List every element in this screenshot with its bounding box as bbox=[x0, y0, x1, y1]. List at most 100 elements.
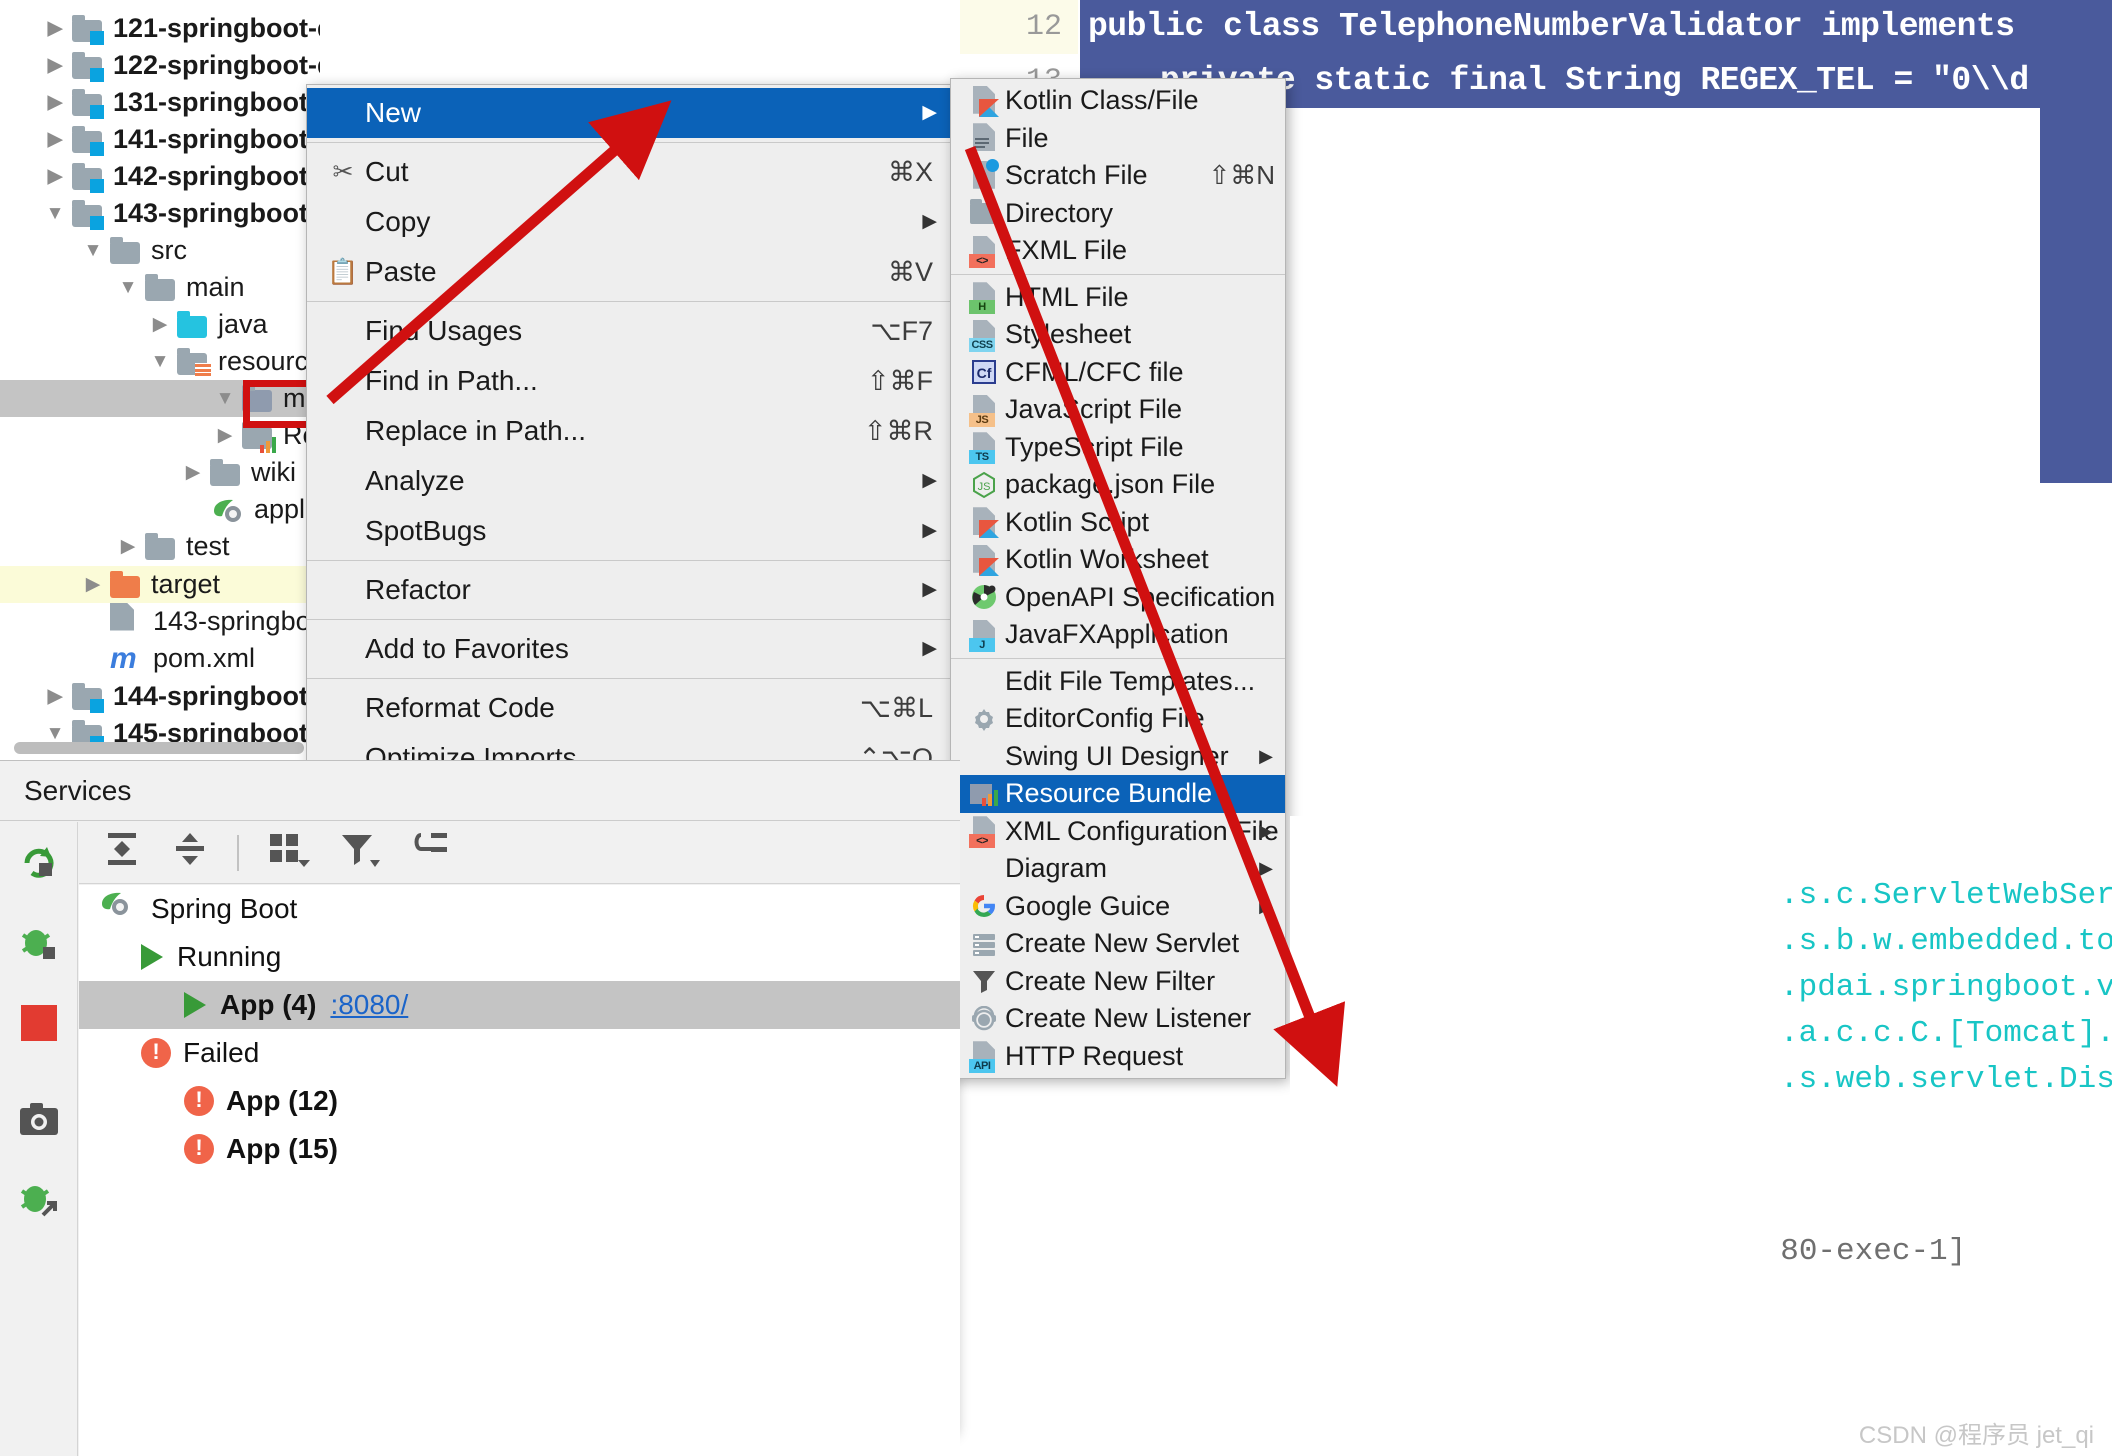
chevron-right-icon[interactable]: ▶ bbox=[40, 678, 70, 715]
maven-pom-icon: m bbox=[110, 640, 144, 677]
new-submenu[interactable]: Kotlin Class/FileFileScratch File⇧⌘NDire… bbox=[950, 78, 1286, 1079]
services-item-app-4[interactable]: App (4) :8080/ bbox=[184, 981, 408, 1029]
menu-item-paste[interactable]: 📋Paste⌘V bbox=[307, 247, 953, 297]
tree-item-main[interactable]: ▼ main bbox=[113, 269, 245, 306]
menu-item-shortcut: ⇧⌘R bbox=[864, 406, 953, 456]
chevron-right-icon[interactable]: ▶ bbox=[178, 454, 208, 491]
chevron-down-icon[interactable]: ▼ bbox=[210, 380, 240, 417]
tree-item-iml-file[interactable]: 143-springboo bbox=[110, 603, 320, 640]
soft-wrap-icon[interactable] bbox=[409, 829, 453, 876]
tree-item-resources[interactable]: ▼ resource bbox=[145, 343, 320, 380]
tree-horizontal-scrollbar[interactable] bbox=[14, 742, 304, 754]
tree-item-test[interactable]: ▶ test bbox=[113, 528, 230, 565]
tree-item-java[interactable]: ▶ java bbox=[145, 306, 268, 343]
new-menu-item-http-request[interactable]: APIHTTP Request bbox=[951, 1038, 1285, 1076]
menu-item-refactor[interactable]: Refactor▶ bbox=[307, 565, 953, 615]
services-item-failed[interactable]: Failed bbox=[141, 1029, 259, 1077]
chevron-down-icon[interactable]: ▼ bbox=[113, 269, 143, 306]
services-tree[interactable]: Spring Boot Running App (4) :8080/ Faile… bbox=[79, 885, 960, 1456]
filter-icon[interactable] bbox=[337, 829, 383, 876]
new-menu-item-fxml-file[interactable]: <>FXML File bbox=[951, 232, 1285, 270]
tree-item-141[interactable]: ▶ 141-springboot-d bbox=[40, 121, 320, 158]
tree-item-122[interactable]: ▶ 122-springboot-demo-mapstruct bbox=[40, 47, 320, 84]
new-menu-item-html-file[interactable]: HHTML File bbox=[951, 279, 1285, 317]
tree-item-144[interactable]: ▶ 144-springboot- bbox=[40, 678, 317, 715]
new-menu-item-directory[interactable]: Directory bbox=[951, 195, 1285, 233]
tree-item-application-yml[interactable]: appli bbox=[211, 491, 311, 528]
new-menu-item-scratch-file[interactable]: Scratch File⇧⌘N bbox=[951, 157, 1285, 195]
chevron-right-icon[interactable]: ▶ bbox=[40, 84, 70, 121]
new-menu-item-resource-bundle[interactable]: Resource Bundle bbox=[951, 775, 1285, 813]
new-menu-item-kotlin-script[interactable]: Kotlin Script bbox=[951, 504, 1285, 542]
new-menu-item-xml-configuration-file[interactable]: <>XML Configuration File▶ bbox=[951, 813, 1285, 851]
camera-icon[interactable] bbox=[14, 1094, 64, 1144]
new-menu-item-create-new-servlet[interactable]: Create New Servlet bbox=[951, 925, 1285, 963]
error-icon bbox=[184, 1134, 214, 1164]
services-item-app-15[interactable]: App (15) bbox=[184, 1125, 338, 1173]
chevron-down-icon[interactable]: ▼ bbox=[40, 195, 70, 232]
chevron-right-icon[interactable]: ▶ bbox=[40, 121, 70, 158]
stop-icon[interactable] bbox=[14, 998, 64, 1048]
menu-item-copy[interactable]: Copy▶ bbox=[307, 197, 953, 247]
tree-item-142[interactable]: ▶ 142-springboot- bbox=[40, 158, 317, 195]
scratch-file-icon bbox=[963, 161, 1005, 191]
services-toolbar[interactable] bbox=[79, 822, 960, 884]
menu-item-cut[interactable]: ✂Cut⌘X bbox=[307, 147, 953, 197]
group-by-icon[interactable] bbox=[265, 829, 311, 876]
tree-item-src[interactable]: ▼ src bbox=[78, 232, 187, 269]
chevron-right-icon[interactable]: ▶ bbox=[40, 158, 70, 195]
tree-item-wiki[interactable]: ▶ wiki bbox=[178, 454, 296, 491]
new-menu-item-openapi-specification[interactable]: OpenAPI Specification bbox=[951, 579, 1285, 617]
chevron-right-icon[interactable]: ▶ bbox=[113, 528, 143, 565]
new-menu-item-kotlin-worksheet[interactable]: Kotlin Worksheet bbox=[951, 541, 1285, 579]
rerun-icon[interactable] bbox=[14, 838, 64, 888]
tree-item-target[interactable]: ▶ target bbox=[78, 566, 220, 603]
chevron-right-icon[interactable]: ▶ bbox=[78, 566, 108, 603]
tree-item-131[interactable]: ▶ 131-springboot-d bbox=[40, 84, 320, 121]
tree-item-121[interactable]: ▶ 121-springboot-demo-lombok bbox=[40, 10, 320, 47]
new-menu-item-kotlin-class-file[interactable]: Kotlin Class/File bbox=[951, 82, 1285, 120]
menu-item-find-in-path[interactable]: Find in Path...⇧⌘F bbox=[307, 356, 953, 406]
new-menu-item-stylesheet[interactable]: CSSStylesheet bbox=[951, 316, 1285, 354]
app-port-link[interactable]: :8080/ bbox=[330, 981, 408, 1029]
tree-item-143[interactable]: ▼ 143-springboot- bbox=[40, 195, 317, 232]
run-console[interactable]: [nio-8080-exec-1] .s.c.ServletWebServ .s… bbox=[1780, 816, 2112, 1456]
chevron-right-icon[interactable]: ▶ bbox=[40, 10, 70, 47]
new-menu-item-javafxapplication[interactable]: JJavaFXApplication bbox=[951, 616, 1285, 654]
services-title-label: Services bbox=[24, 775, 131, 807]
new-menu-item-create-new-filter[interactable]: Create New Filter bbox=[951, 963, 1285, 1001]
new-menu-item-google-guice[interactable]: Google Guice▶ bbox=[951, 888, 1285, 926]
new-menu-item-swing-ui-designer[interactable]: Swing UI Designer▶ bbox=[951, 738, 1285, 776]
new-menu-item-file[interactable]: File bbox=[951, 120, 1285, 158]
menu-item-new[interactable]: New▶ bbox=[307, 88, 953, 138]
menu-item-add-to-favorites[interactable]: Add to Favorites▶ bbox=[307, 624, 953, 674]
new-menu-item-cfml-cfc-file[interactable]: CfCFML/CFC file bbox=[951, 354, 1285, 392]
menu-item-replace-in-path[interactable]: Replace in Path...⇧⌘R bbox=[307, 406, 953, 456]
chevron-right-icon[interactable]: ▶ bbox=[210, 417, 240, 454]
new-menu-item-create-new-listener[interactable]: Create New Listener bbox=[951, 1000, 1285, 1038]
tree-item-pom-xml[interactable]: m pom.xml bbox=[110, 640, 255, 677]
expand-all-icon[interactable] bbox=[101, 829, 143, 876]
chevron-right-icon[interactable]: ▶ bbox=[40, 47, 70, 84]
chevron-down-icon[interactable]: ▼ bbox=[78, 232, 108, 269]
menu-item-reformat-code[interactable]: Reformat Code⌥⌘L bbox=[307, 683, 953, 733]
chevron-right-icon[interactable]: ▶ bbox=[145, 306, 175, 343]
new-menu-item-javascript-file[interactable]: JSJavaScript File bbox=[951, 391, 1285, 429]
new-menu-item-typescript-file[interactable]: TSTypeScript File bbox=[951, 429, 1285, 467]
collapse-all-icon[interactable] bbox=[169, 829, 211, 876]
debug-icon[interactable] bbox=[14, 918, 64, 968]
attach-debugger-icon[interactable] bbox=[14, 1174, 64, 1224]
new-menu-item-package-json-file[interactable]: JSpackage.json File bbox=[951, 466, 1285, 504]
menu-item-find-usages[interactable]: Find Usages⌥F7 bbox=[307, 306, 953, 356]
chevron-down-icon[interactable]: ▼ bbox=[145, 343, 175, 380]
submenu-chevron-icon: ▶ bbox=[1259, 738, 1273, 776]
new-menu-item-diagram[interactable]: Diagram▶ bbox=[951, 850, 1285, 888]
services-item-running[interactable]: Running bbox=[141, 933, 281, 981]
menu-item-spotbugs[interactable]: SpotBugs▶ bbox=[307, 506, 953, 556]
services-run-toolstrip[interactable] bbox=[0, 822, 78, 1456]
services-item-spring-boot[interactable]: Spring Boot bbox=[99, 885, 297, 933]
new-menu-item-editorconfig-file[interactable]: EditorConfig File bbox=[951, 700, 1285, 738]
services-item-app-12[interactable]: App (12) bbox=[184, 1077, 338, 1125]
menu-item-analyze[interactable]: Analyze▶ bbox=[307, 456, 953, 506]
new-menu-item-edit-file-templates[interactable]: Edit File Templates... bbox=[951, 663, 1285, 701]
